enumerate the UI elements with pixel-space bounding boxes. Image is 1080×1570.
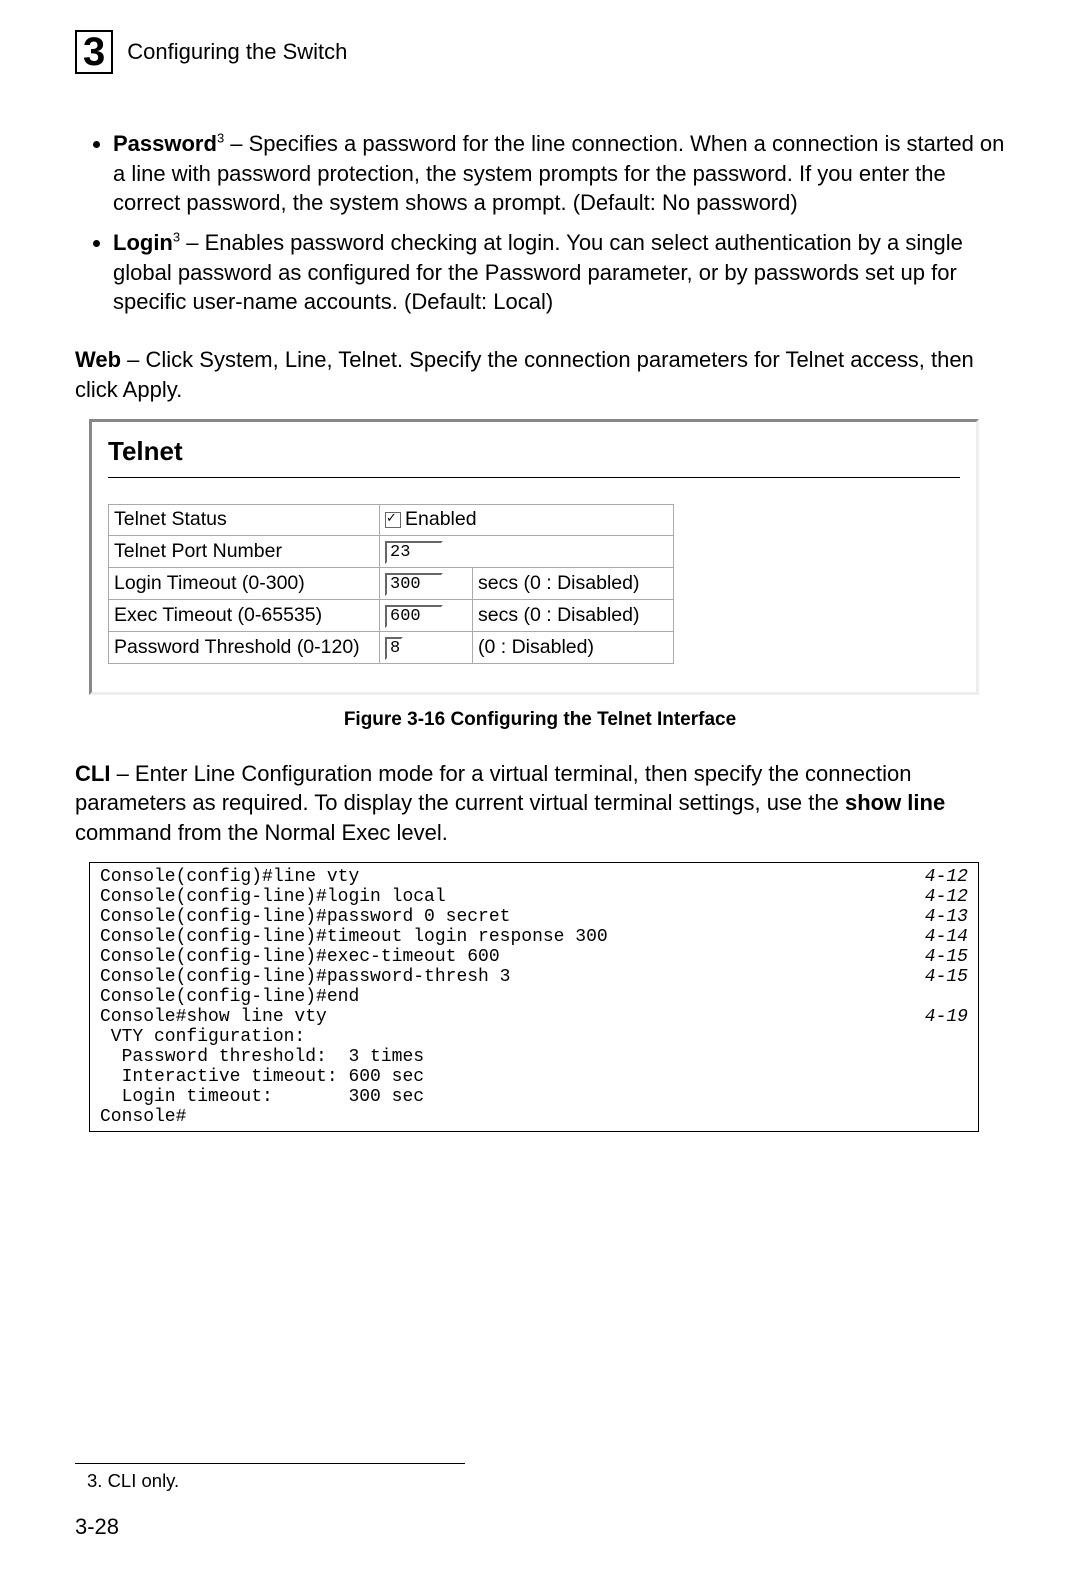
row-exec-timeout: Exec Timeout (0-65535) 600 secs (0 : Dis…	[109, 599, 674, 631]
figure-caption: Figure 3-16 Configuring the Telnet Inter…	[75, 709, 1005, 731]
console-line: Interactive timeout: 600 sec	[100, 1067, 968, 1087]
console-line: Console#show line vty 4-19	[100, 1007, 968, 1027]
console-cmd: VTY configuration:	[100, 1027, 305, 1047]
checkbox-telnet-enabled[interactable]	[385, 512, 401, 528]
console-line: Console#	[100, 1107, 968, 1127]
telnet-heading: Telnet	[108, 436, 960, 467]
input-port-number[interactable]: 23	[385, 541, 443, 564]
console-ref: 4-14	[925, 927, 968, 947]
label-password-threshold: Password Threshold (0-120)	[109, 631, 380, 663]
footnote-block: 3. CLI only.	[75, 1463, 465, 1492]
chapter-head: 3 Configuring the Switch	[75, 30, 1005, 74]
page: 3 Configuring the Switch Password3 – Spe…	[0, 0, 1080, 1570]
console-cmd: Console(config-line)#end	[100, 987, 359, 1007]
text-password: – Specifies a password for the line conn…	[113, 131, 1004, 215]
console-line: Console(config-line)#login local 4-12	[100, 887, 968, 907]
chapter-title: Configuring the Switch	[127, 39, 347, 65]
console-ref: 4-13	[925, 907, 968, 927]
console-cmd: Console(config-line)#login local	[100, 887, 446, 907]
bullet-password: Password3 – Specifies a password for the…	[113, 129, 1005, 218]
console-line: Password threshold: 3 times	[100, 1047, 968, 1067]
label-exec-timeout: Exec Timeout (0-65535)	[109, 599, 380, 631]
page-number: 3-28	[75, 1514, 119, 1540]
chapter-number-box: 3	[75, 30, 113, 74]
row-login-timeout: Login Timeout (0-300) 300 secs (0 : Disa…	[109, 567, 674, 599]
console-ref: 4-15	[925, 947, 968, 967]
console-line: Console(config-line)#password-thresh 3 4-…	[100, 967, 968, 987]
label-port-number: Telnet Port Number	[109, 535, 380, 567]
telnet-figure-frame: Telnet Telnet Status Enabled Telnet Port…	[89, 419, 979, 695]
row-password-threshold: Password Threshold (0-120) 8 (0 : Disabl…	[109, 631, 674, 663]
cell-login-timeout: 300	[380, 567, 473, 599]
cell-telnet-status-value: Enabled	[380, 504, 674, 535]
cell-password-threshold: 8	[380, 631, 473, 663]
footnote-text: 3. CLI only.	[87, 1470, 465, 1492]
console-cmd: Console(config)#line vty	[100, 867, 359, 887]
cli-text-a: – Enter Line Configuration mode for a vi…	[75, 761, 911, 816]
console-line: Console(config)#line vty 4-12	[100, 867, 968, 887]
web-paragraph: Web – Click System, Line, Telnet. Specif…	[75, 345, 1005, 404]
label-login-timeout: Login Timeout (0-300)	[109, 567, 380, 599]
bullet-login: Login3 – Enables password checking at lo…	[113, 228, 1005, 317]
console-output: Console(config)#line vty 4-12 Console(con…	[89, 862, 979, 1132]
text-login: – Enables password checking at login. Yo…	[113, 230, 963, 314]
cell-port-number: 23	[380, 535, 674, 567]
telnet-settings-table: Telnet Status Enabled Telnet Port Number…	[108, 504, 674, 664]
input-password-threshold[interactable]: 8	[385, 637, 403, 660]
console-cmd: Console(config-line)#timeout login respo…	[100, 927, 608, 947]
web-text: – Click System, Line, Telnet. Specify th…	[75, 347, 974, 402]
term-login: Login	[113, 230, 173, 255]
cli-paragraph: CLI – Enter Line Configuration mode for …	[75, 759, 1005, 848]
console-ref: 4-12	[925, 867, 968, 887]
term-password: Password	[113, 131, 217, 156]
console-cmd: Login timeout: 300 sec	[100, 1087, 424, 1107]
web-lead: Web	[75, 347, 121, 372]
hint-exec-timeout: secs (0 : Disabled)	[473, 599, 674, 631]
checkbox-label: Enabled	[405, 508, 477, 530]
console-cmd: Console(config-line)#password 0 secret	[100, 907, 510, 927]
row-port-number: Telnet Port Number 23	[109, 535, 674, 567]
console-line: Console(config-line)#password 0 secret 4-…	[100, 907, 968, 927]
console-cmd: Console#	[100, 1107, 186, 1127]
input-login-timeout[interactable]: 300	[385, 573, 443, 596]
console-cmd: Console(config-line)#password-thresh 3	[100, 967, 510, 987]
console-line: Console(config-line)#end	[100, 987, 968, 1007]
cli-lead: CLI	[75, 761, 110, 786]
cell-exec-timeout: 600	[380, 599, 473, 631]
cli-command: show line	[845, 790, 945, 815]
row-telnet-status: Telnet Status Enabled	[109, 504, 674, 535]
label-telnet-status: Telnet Status	[109, 504, 380, 535]
console-ref: 4-12	[925, 887, 968, 907]
console-line: Console(config-line)#timeout login respo…	[100, 927, 968, 947]
footnote-rule	[75, 1463, 465, 1464]
console-ref: 4-19	[925, 1007, 968, 1027]
input-exec-timeout[interactable]: 600	[385, 605, 443, 628]
console-cmd: Console#show line vty	[100, 1007, 327, 1027]
console-ref: 4-15	[925, 967, 968, 987]
parameter-list: Password3 – Specifies a password for the…	[113, 129, 1005, 317]
console-line: Login timeout: 300 sec	[100, 1087, 968, 1107]
hint-login-timeout: secs (0 : Disabled)	[473, 567, 674, 599]
console-line: Console(config-line)#exec-timeout 600 4-1…	[100, 947, 968, 967]
console-cmd: Console(config-line)#exec-timeout 600	[100, 947, 500, 967]
console-cmd: Password threshold: 3 times	[100, 1047, 424, 1067]
figure-divider	[108, 477, 960, 478]
console-cmd: Interactive timeout: 600 sec	[100, 1067, 424, 1087]
console-line: VTY configuration:	[100, 1027, 968, 1047]
cli-text-b: command from the Normal Exec level.	[75, 820, 448, 845]
hint-password-threshold: (0 : Disabled)	[473, 631, 674, 663]
